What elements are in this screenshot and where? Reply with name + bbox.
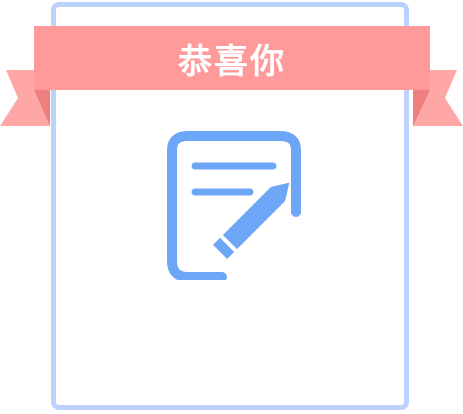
congrats-dialog: 恭喜你	[0, 0, 463, 414]
ribbon-title: 恭喜你	[178, 41, 286, 82]
pencil-icon	[212, 182, 290, 260]
document-edit-icon	[167, 131, 301, 280]
